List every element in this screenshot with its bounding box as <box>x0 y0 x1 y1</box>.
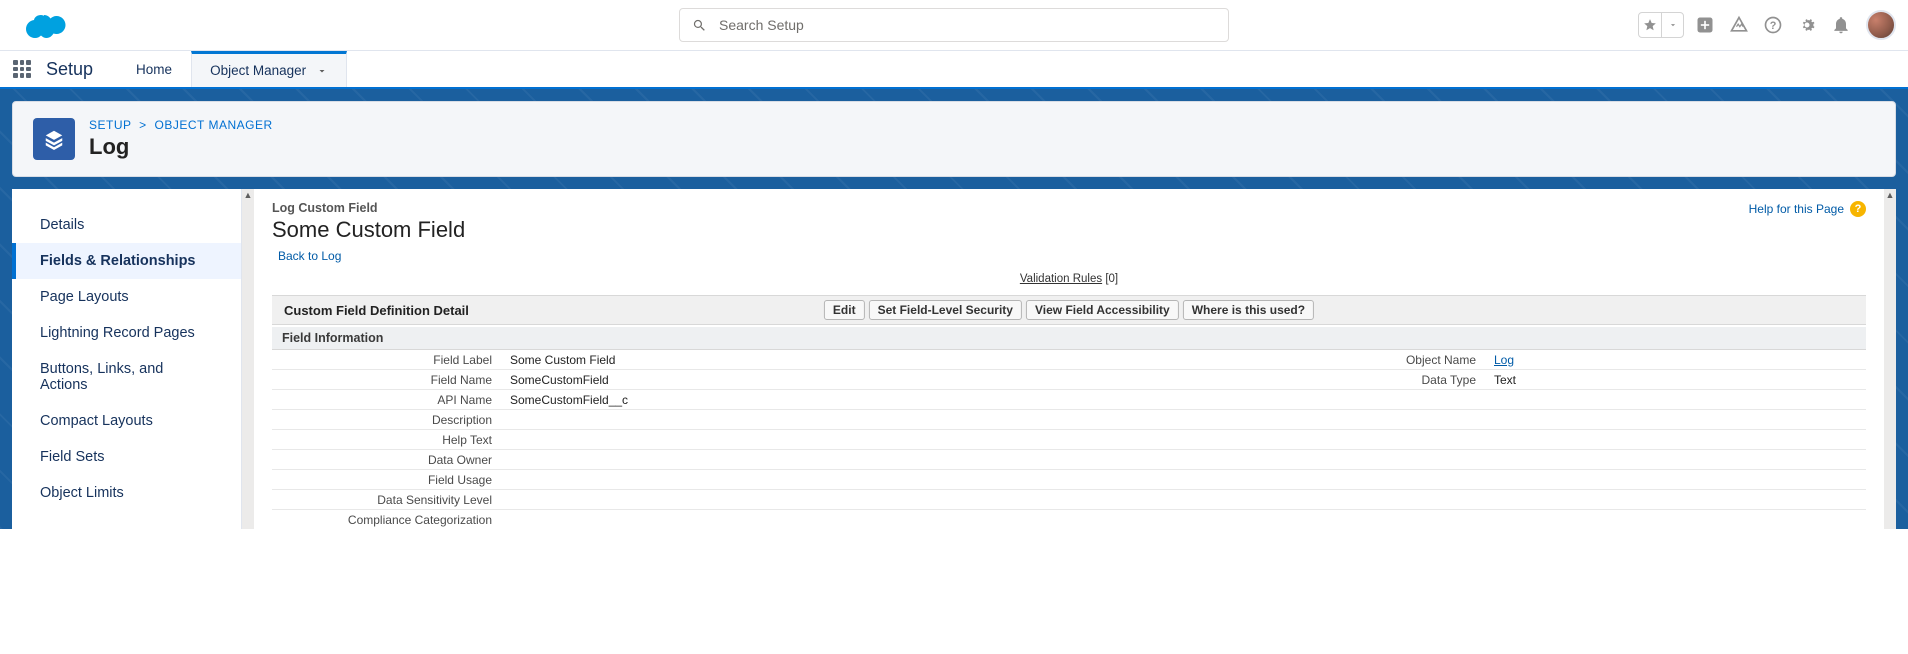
salesforce-logo <box>24 9 72 41</box>
row-description: Description <box>272 410 1866 430</box>
row-api-name: API Name SomeCustomField__c <box>272 390 1866 410</box>
page-header: SETUP > OBJECT MANAGER Log <box>12 101 1896 177</box>
label-data-type: Data Type <box>1256 371 1486 389</box>
value-field-label: Some Custom Field <box>502 351 882 369</box>
chevron-down-icon[interactable] <box>1661 13 1683 37</box>
section-buttons: Edit Set Field-Level Security View Field… <box>824 300 1314 320</box>
search-input-wrap[interactable] <box>679 8 1229 42</box>
app-name: Setup <box>44 51 117 87</box>
row-data-owner: Data Owner <box>272 450 1866 470</box>
row-data-sensitivity: Data Sensitivity Level <box>272 490 1866 510</box>
value-field-name: SomeCustomField <box>502 371 882 389</box>
sidebar-item-object-limits[interactable]: Object Limits <box>12 475 241 511</box>
help-bubble-icon: ? <box>1850 201 1866 217</box>
back-link[interactable]: Back to Log <box>278 249 341 263</box>
search-input[interactable] <box>719 17 1216 33</box>
label-data-owner: Data Owner <box>272 451 502 469</box>
favorites-pill[interactable] <box>1638 12 1684 38</box>
search-icon <box>692 18 707 33</box>
section-bar: Custom Field Definition Detail Edit Set … <box>272 295 1866 325</box>
set-fls-button[interactable]: Set Field-Level Security <box>869 300 1022 320</box>
section-title: Custom Field Definition Detail <box>284 303 469 318</box>
sidebar-item-page-layouts[interactable]: Page Layouts <box>12 279 241 315</box>
detail-supertitle: Log Custom Field <box>272 201 465 215</box>
content-scrollbar[interactable]: ▲ <box>1884 189 1896 529</box>
breadcrumb-setup[interactable]: SETUP <box>89 118 131 132</box>
label-field-name: Field Name <box>272 371 502 389</box>
row-compliance: Compliance Categorization <box>272 510 1866 529</box>
svg-text:?: ? <box>1770 20 1777 32</box>
validation-rules-link-row: Validation Rules [0] <box>272 273 1866 285</box>
gear-icon[interactable] <box>1794 12 1820 38</box>
label-field-label: Field Label <box>272 351 502 369</box>
label-compliance: Compliance Categorization <box>272 511 502 529</box>
chevron-down-icon[interactable] <box>316 65 328 77</box>
sidebar-scrollbar[interactable]: ▲ <box>242 189 254 529</box>
sidebar-item-buttons-links[interactable]: Buttons, Links, and Actions <box>12 351 241 403</box>
context-bar: Setup Home Object Manager <box>0 51 1908 89</box>
breadcrumb-object-manager[interactable]: OBJECT MANAGER <box>155 118 273 132</box>
row-help-text: Help Text <box>272 430 1866 450</box>
tab-object-manager-label: Object Manager <box>210 63 306 78</box>
sidebar-wrap: ▲ Details Fields & Relationships Page La… <box>12 189 254 529</box>
row-field-usage: Field Usage <box>272 470 1866 490</box>
add-icon[interactable] <box>1692 12 1718 38</box>
subsection-field-info: Field Information <box>272 327 1866 350</box>
breadcrumb: SETUP > OBJECT MANAGER <box>89 118 273 132</box>
detail-title: Some Custom Field <box>272 217 465 243</box>
sidebar-item-lightning-pages[interactable]: Lightning Record Pages <box>12 315 241 351</box>
label-field-usage: Field Usage <box>272 471 502 489</box>
value-api-name: SomeCustomField__c <box>502 391 882 409</box>
row-field-name: Field Name SomeCustomField Data Type Tex… <box>272 370 1866 390</box>
trailhead-icon[interactable] <box>1726 12 1752 38</box>
global-header: ? <box>0 0 1908 51</box>
sidebar-item-fields[interactable]: Fields & Relationships <box>12 243 241 279</box>
global-search <box>679 8 1229 42</box>
label-api-name: API Name <box>272 391 502 409</box>
object-icon <box>33 118 75 160</box>
label-object-name: Object Name <box>1256 351 1486 369</box>
help-icon[interactable]: ? <box>1760 12 1786 38</box>
label-data-sensitivity: Data Sensitivity Level <box>272 491 502 509</box>
edit-button[interactable]: Edit <box>824 300 865 320</box>
value-object-name[interactable]: Log <box>1494 353 1514 367</box>
view-field-accessibility-button[interactable]: View Field Accessibility <box>1026 300 1179 320</box>
value-data-type: Text <box>1486 371 1866 389</box>
bell-icon[interactable] <box>1828 12 1854 38</box>
where-is-this-used-button[interactable]: Where is this used? <box>1183 300 1314 320</box>
page-title: Log <box>89 134 273 160</box>
app-launcher-icon[interactable] <box>0 51 44 87</box>
tab-object-manager[interactable]: Object Manager <box>191 51 347 87</box>
label-help-text: Help Text <box>272 431 502 449</box>
content-wrap: ▲ Log Custom Field Some Custom Field Hel… <box>254 189 1896 529</box>
row-field-label: Field Label Some Custom Field Object Nam… <box>272 350 1866 370</box>
detail-panel: Log Custom Field Some Custom Field Help … <box>254 189 1884 529</box>
help-for-page-link[interactable]: Help for this Page ? <box>1749 201 1866 217</box>
sidebar-item-field-sets[interactable]: Field Sets <box>12 439 241 475</box>
star-icon[interactable] <box>1639 13 1661 37</box>
avatar[interactable] <box>1866 10 1896 40</box>
sidebar-item-details[interactable]: Details <box>12 207 241 243</box>
validation-rules-link[interactable]: Validation Rules <box>1020 273 1102 285</box>
header-actions: ? <box>1638 10 1896 40</box>
tab-home[interactable]: Home <box>117 51 191 87</box>
page-banner: SETUP > OBJECT MANAGER Log ▲ Details Fie… <box>0 89 1908 529</box>
label-description: Description <box>272 411 502 429</box>
sidebar: Details Fields & Relationships Page Layo… <box>12 189 242 529</box>
validation-rules-count: [0] <box>1105 273 1118 285</box>
sidebar-item-compact-layouts[interactable]: Compact Layouts <box>12 403 241 439</box>
help-for-page-label: Help for this Page <box>1749 202 1844 216</box>
